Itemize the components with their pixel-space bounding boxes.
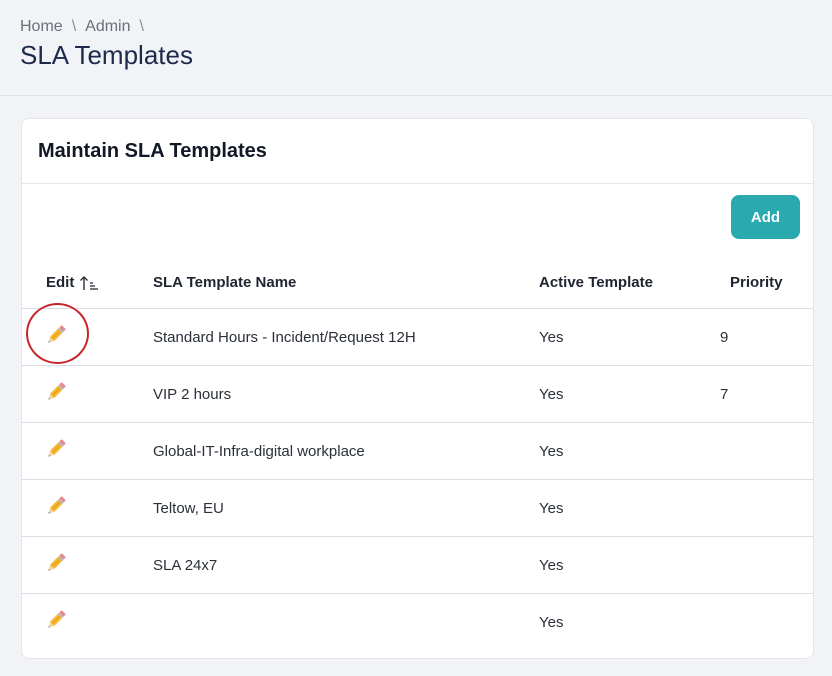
- page-header: Home \ Admin \ SLA Templates: [0, 0, 832, 96]
- table-row: VIP 2 hours Yes 7: [22, 366, 813, 423]
- table-row: Yes: [22, 594, 813, 651]
- pencil-icon[interactable]: [44, 494, 68, 518]
- template-name: SLA 24x7: [153, 557, 218, 574]
- breadcrumb-separator: \: [139, 18, 144, 35]
- sla-templates-card: Maintain SLA Templates Add Edit SLA Temp…: [21, 118, 814, 659]
- table-row: Standard Hours - Incident/Request 12H Ye…: [22, 303, 813, 366]
- template-name: Standard Hours - Incident/Request 12H: [153, 329, 416, 346]
- template-name: Global-IT-Infra-digital workplace: [153, 443, 365, 460]
- active-template: Yes: [539, 557, 564, 574]
- table-row: Global-IT-Infra-digital workplace Yes: [22, 423, 813, 480]
- breadcrumb-separator: \: [71, 18, 77, 35]
- table-header-row: Edit SLA Template Name Active Template P…: [22, 255, 813, 309]
- active-template: Yes: [539, 443, 564, 460]
- active-template: Yes: [539, 329, 564, 346]
- priority: 7: [720, 386, 729, 403]
- column-header-name[interactable]: SLA Template Name: [153, 274, 296, 291]
- breadcrumb: Home \ Admin \: [20, 18, 153, 36]
- column-header-edit-label: Edit: [46, 274, 75, 291]
- column-header-active[interactable]: Active Template: [539, 274, 653, 291]
- priority: 9: [720, 329, 729, 346]
- template-name: Teltow, EU: [153, 500, 224, 517]
- page-title: SLA Templates: [20, 40, 193, 70]
- pencil-icon[interactable]: [44, 551, 68, 575]
- table-row: SLA 24x7 Yes: [22, 537, 813, 594]
- active-template: Yes: [539, 500, 564, 517]
- template-name: VIP 2 hours: [153, 386, 232, 403]
- pencil-icon[interactable]: [44, 608, 68, 632]
- breadcrumb-admin[interactable]: Admin: [85, 18, 130, 36]
- card-title: Maintain SLA Templates: [38, 139, 267, 162]
- active-template: Yes: [539, 614, 564, 631]
- pencil-icon[interactable]: [44, 323, 68, 347]
- pencil-icon[interactable]: [44, 380, 68, 404]
- breadcrumb-home[interactable]: Home: [20, 18, 63, 36]
- active-template: Yes: [539, 386, 564, 403]
- pencil-icon[interactable]: [44, 437, 68, 461]
- sla-templates-table: Edit SLA Template Name Active Template P…: [22, 255, 813, 651]
- column-header-priority[interactable]: Priority: [730, 274, 783, 291]
- card-header: Maintain SLA Templates: [22, 119, 813, 184]
- table-row: Teltow, EU Yes: [22, 480, 813, 537]
- column-header-edit[interactable]: Edit: [46, 274, 101, 291]
- sort-ascending-icon[interactable]: [79, 275, 101, 291]
- add-button[interactable]: Add: [731, 195, 800, 239]
